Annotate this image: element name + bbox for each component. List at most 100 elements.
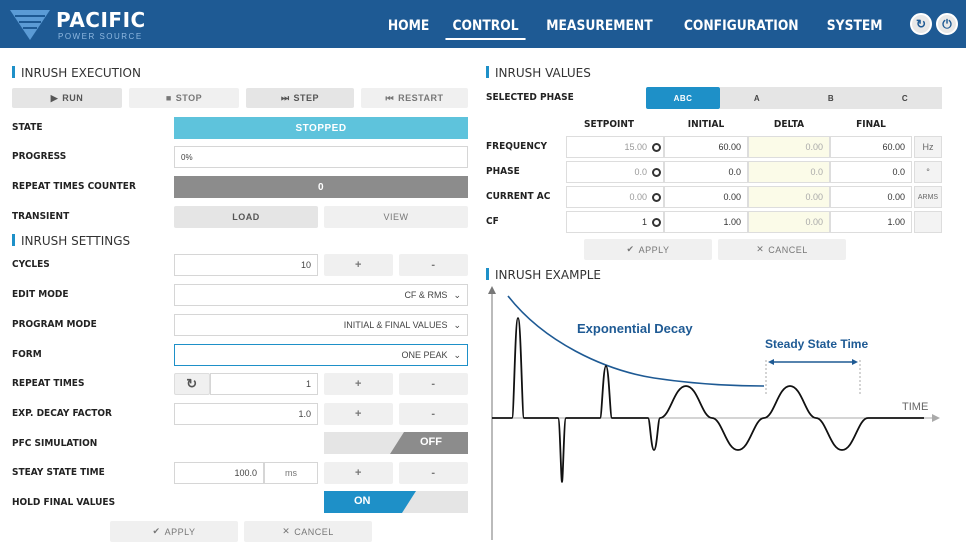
restart-icon: ⏮ <box>385 92 395 103</box>
phase-c-button[interactable]: C <box>868 87 942 109</box>
frequency-delta: 0.00 <box>748 136 830 158</box>
close-icon: ✕ <box>282 526 291 536</box>
current-ac-setpoint-input[interactable]: 0.00 <box>566 186 664 208</box>
refresh-icon[interactable]: ↻ <box>910 13 932 35</box>
program-mode-label: PROGRAM MODE <box>12 319 97 330</box>
close-icon: ✕ <box>756 244 765 254</box>
arrow-right-icon[interactable] <box>652 193 661 202</box>
decay-plus-button[interactable]: + <box>324 403 393 425</box>
hold-toggle-shape <box>324 491 468 513</box>
steady-state-input[interactable]: 100.0 <box>174 462 264 484</box>
frequency-label: FREQUENCY <box>486 141 547 152</box>
decay-minus-button[interactable]: - <box>399 403 468 425</box>
pfc-simulation-label: PFC SIMULATION <box>12 438 98 449</box>
repeat-counter-value: 0 <box>174 176 468 198</box>
transient-label: TRANSIENT <box>12 211 70 222</box>
view-button[interactable]: VIEW <box>324 206 468 228</box>
cf-initial-input[interactable]: 1.00 <box>664 211 748 233</box>
cycles-label: CYCLES <box>12 259 50 270</box>
steady-minus-button[interactable]: - <box>399 462 468 484</box>
power-icon[interactable]: ⏻ <box>936 13 958 35</box>
cf-delta: 0.00 <box>748 211 830 233</box>
phase-b-button[interactable]: B <box>794 87 868 109</box>
pfc-simulation-toggle[interactable]: OFF <box>324 432 468 454</box>
hold-final-values-toggle[interactable]: ON <box>324 491 468 513</box>
cycles-input[interactable]: 10 <box>174 254 318 276</box>
phase-abc-button[interactable]: ABC <box>646 87 720 109</box>
program-mode-select[interactable]: INITIAL & FINAL VALUES ⌄ <box>174 314 468 336</box>
steady-annotation: Steady State Time <box>765 337 868 351</box>
phase-setpoint-input[interactable]: 0.0 <box>566 161 664 183</box>
cycles-minus-button[interactable]: - <box>399 254 468 276</box>
nav-configuration[interactable]: CONFIGURATION <box>677 14 806 40</box>
cf-setpoint-input[interactable]: 1 <box>566 211 664 233</box>
values-cancel-button[interactable]: ✕ CANCEL <box>718 239 846 260</box>
progress-label: PROGRESS <box>12 151 67 162</box>
settings-apply-button[interactable]: ✔ APPLY <box>110 521 238 542</box>
logo-tagline: POWER SOURCE <box>58 32 143 41</box>
repeat-times-label: REPEAT TIMES <box>12 378 85 389</box>
nav-home[interactable]: HOME <box>381 14 437 40</box>
current-ac-final-input[interactable]: 0.00 <box>830 186 912 208</box>
frequency-initial-input[interactable]: 60.00 <box>664 136 748 158</box>
restart-label: RESTART <box>398 93 444 103</box>
phase-a-button[interactable]: A <box>720 87 794 109</box>
column-initial: INITIAL <box>687 119 725 130</box>
phase-unit: ° <box>914 161 942 183</box>
chevron-down-icon: ⌄ <box>453 349 461 360</box>
run-button[interactable]: ▶ RUN <box>12 88 122 108</box>
nav-measurement[interactable]: MEASUREMENT <box>540 14 660 40</box>
arrow-right-icon[interactable] <box>652 143 661 152</box>
current-ac-label: CURRENT AC <box>486 191 551 202</box>
arrow-right-icon[interactable] <box>652 218 661 227</box>
current-ac-initial-input[interactable]: 0.00 <box>664 186 748 208</box>
repeat-reset-icon[interactable]: ↻ <box>174 373 210 395</box>
phase-final-input[interactable]: 0.0 <box>830 161 912 183</box>
column-final: FINAL <box>856 119 886 130</box>
run-label: RUN <box>62 93 84 103</box>
pfc-toggle-shape <box>324 432 468 454</box>
column-delta: DELTA <box>773 119 805 130</box>
repeat-counter-label: REPEAT TIMES COUNTER <box>12 181 136 192</box>
step-button[interactable]: ⏭ STEP <box>246 88 354 108</box>
decay-factor-label: EXP. DECAY FACTOR <box>12 408 112 419</box>
nav-control[interactable]: CONTROL <box>445 14 526 40</box>
play-icon: ▶ <box>50 92 59 103</box>
chevron-down-icon: ⌄ <box>453 289 461 300</box>
arrow-right-icon[interactable] <box>652 168 661 177</box>
column-setpoint: SETPOINT <box>583 119 635 130</box>
decay-factor-input[interactable]: 1.0 <box>174 403 318 425</box>
restart-button[interactable]: ⏮ RESTART <box>361 88 468 108</box>
repeat-minus-button[interactable]: - <box>399 373 468 395</box>
execution-section-title: INRUSH EXECUTION <box>12 66 141 80</box>
repeat-times-input[interactable]: 1 <box>210 373 318 395</box>
frequency-setpoint-input[interactable]: 15.00 <box>566 136 664 158</box>
phase-initial-input[interactable]: 0.0 <box>664 161 748 183</box>
nav-system[interactable]: SYSTEM <box>819 14 889 40</box>
values-apply-button[interactable]: ✔ APPLY <box>584 239 712 260</box>
state-value: STOPPED <box>174 117 468 139</box>
edit-mode-value: CF & RMS <box>404 290 448 300</box>
stop-label: STOP <box>175 93 203 103</box>
settings-cancel-button[interactable]: ✕ CANCEL <box>244 521 372 542</box>
stop-button[interactable]: ■ STOP <box>129 88 239 108</box>
edit-mode-select[interactable]: CF & RMS ⌄ <box>174 284 468 306</box>
cancel-label: CANCEL <box>294 526 334 537</box>
cf-final-input[interactable]: 1.00 <box>830 211 912 233</box>
steady-arrow-left <box>768 359 774 365</box>
exponential-decay-curve <box>507 295 765 387</box>
repeat-plus-button[interactable]: + <box>324 373 393 395</box>
steady-plus-button[interactable]: + <box>324 462 393 484</box>
check-icon: ✔ <box>626 244 635 254</box>
load-button[interactable]: LOAD <box>174 206 318 228</box>
frequency-final-input[interactable]: 60.00 <box>830 136 912 158</box>
state-label: STATE <box>12 122 43 133</box>
logo-name: PACIFIC <box>56 8 146 32</box>
hold-final-values-label: HOLD FINAL VALUES <box>12 497 116 508</box>
form-select[interactable]: ONE PEAK ⌄ <box>174 344 468 366</box>
step-icon: ⏭ <box>280 92 290 103</box>
cycles-plus-button[interactable]: + <box>324 254 393 276</box>
values-section-title: INRUSH VALUES <box>486 66 591 80</box>
form-label: FORM <box>12 349 42 360</box>
check-icon: ✔ <box>152 526 161 536</box>
